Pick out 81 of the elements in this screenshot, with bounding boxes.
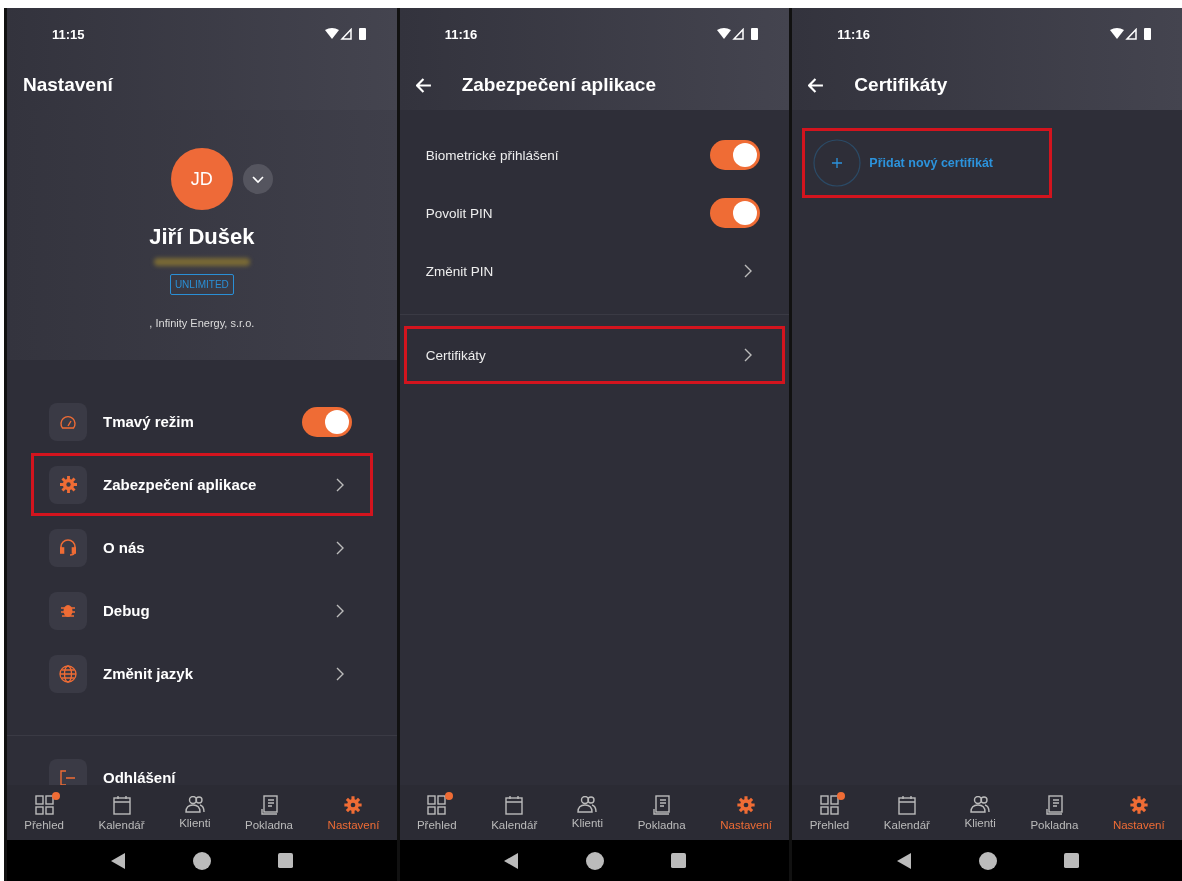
calendar-icon — [112, 794, 131, 815]
people-icon — [577, 796, 598, 813]
recents-square-icon[interactable] — [1063, 853, 1079, 868]
chevron-right-icon — [335, 540, 344, 555]
people-icon — [970, 796, 991, 813]
toggle-switch[interactable] — [710, 140, 761, 170]
menu-item[interactable]: Debug — [31, 579, 373, 642]
nav-tab[interactable]: Kalendář — [491, 794, 538, 831]
menu-item[interactable]: Změnit jazyk — [31, 642, 373, 705]
chevron-right-icon — [744, 348, 753, 362]
chevron-right-icon — [335, 477, 344, 492]
gear-icon — [59, 476, 77, 493]
globe-icon — [59, 664, 77, 683]
screen-title: Certifikáty — [854, 74, 948, 96]
settings-row[interactable]: Povolit PIN — [403, 184, 786, 242]
nav-tab[interactable]: Kalendář — [98, 794, 145, 831]
nav-tab[interactable]: Pokladna — [245, 794, 293, 831]
home-circle-icon[interactable] — [193, 851, 212, 870]
grid-icon — [34, 794, 54, 815]
recents-square-icon[interactable] — [278, 853, 294, 868]
user-name: Jiří Dušek — [149, 224, 255, 250]
nav-tab[interactable]: Nastavení — [720, 794, 773, 831]
settings-row[interactable]: Změnit PIN — [403, 242, 786, 300]
home-circle-icon[interactable] — [978, 851, 997, 870]
nav-tab[interactable]: Klienti — [571, 796, 604, 829]
back-triangle-icon[interactable] — [503, 851, 520, 870]
back-arrow-icon[interactable] — [415, 77, 432, 93]
nav-tab[interactable]: Pokladna — [1030, 794, 1079, 831]
settings-row[interactable]: Certifikáty — [403, 326, 786, 384]
calendar-icon — [505, 794, 524, 815]
people-icon — [184, 796, 205, 813]
receipt-icon — [1045, 794, 1063, 815]
avatar: JD — [170, 148, 233, 210]
nav-tab[interactable]: Přehled — [416, 794, 457, 831]
screen-title: Zabezpečení aplikace — [461, 74, 656, 96]
company-name: , Infinity Energy, s.r.o. — [149, 317, 255, 329]
nav-tab[interactable]: Přehled — [809, 794, 850, 831]
headset-icon — [60, 539, 76, 556]
receipt-icon — [260, 794, 278, 815]
nav-tab[interactable]: Kalendář — [883, 794, 930, 831]
status-icons — [324, 28, 367, 40]
logout-icon — [60, 769, 76, 785]
home-circle-icon[interactable] — [586, 851, 604, 870]
gear-icon — [736, 794, 757, 815]
grid-icon — [427, 794, 447, 815]
recents-square-icon[interactable] — [670, 853, 686, 868]
back-arrow-icon[interactable] — [808, 77, 825, 93]
nav-tab[interactable]: Nastavení — [327, 794, 380, 831]
toggle-switch[interactable] — [710, 198, 761, 228]
plus-circle-icon — [813, 139, 862, 187]
status-time: 11:16 — [444, 26, 478, 42]
menu-item[interactable]: Tmavý režim — [31, 390, 373, 453]
screen-title: Nastavení — [23, 74, 113, 96]
nav-tab[interactable]: Klienti — [964, 796, 996, 829]
add-certificate-button[interactable]: Přidat nový certifikát — [802, 128, 1052, 198]
toggle-switch[interactable] — [301, 406, 352, 437]
back-triangle-icon[interactable] — [895, 851, 912, 870]
chevron-right-icon — [335, 666, 344, 681]
nav-tab[interactable]: Klienti — [179, 796, 211, 829]
chevron-right-icon — [335, 603, 344, 618]
nav-tab[interactable]: Nastavení — [1112, 794, 1165, 831]
chevron-right-icon — [744, 264, 753, 278]
grid-icon — [819, 794, 839, 815]
receipt-icon — [653, 794, 671, 815]
calendar-icon — [897, 794, 916, 815]
status-time: 11:15 — [52, 26, 85, 42]
status-icons — [1110, 28, 1152, 40]
bug-icon — [61, 603, 75, 618]
gear-icon — [1128, 794, 1149, 815]
status-icons — [717, 28, 760, 40]
status-time: 11:16 — [837, 26, 870, 42]
nav-tab[interactable]: Pokladna — [637, 794, 686, 831]
gauge-icon — [60, 414, 76, 429]
back-triangle-icon[interactable] — [110, 851, 127, 870]
chevron-down-icon[interactable] — [242, 164, 273, 194]
settings-row[interactable]: Biometrické přihlášení — [403, 126, 786, 184]
gear-icon — [343, 794, 364, 815]
nav-tab[interactable]: Přehled — [24, 794, 64, 831]
menu-item[interactable]: Zabezpečení aplikace — [31, 453, 373, 516]
menu-item[interactable]: O nás — [31, 516, 373, 579]
plan-badge: UNLIMITED — [169, 274, 234, 295]
